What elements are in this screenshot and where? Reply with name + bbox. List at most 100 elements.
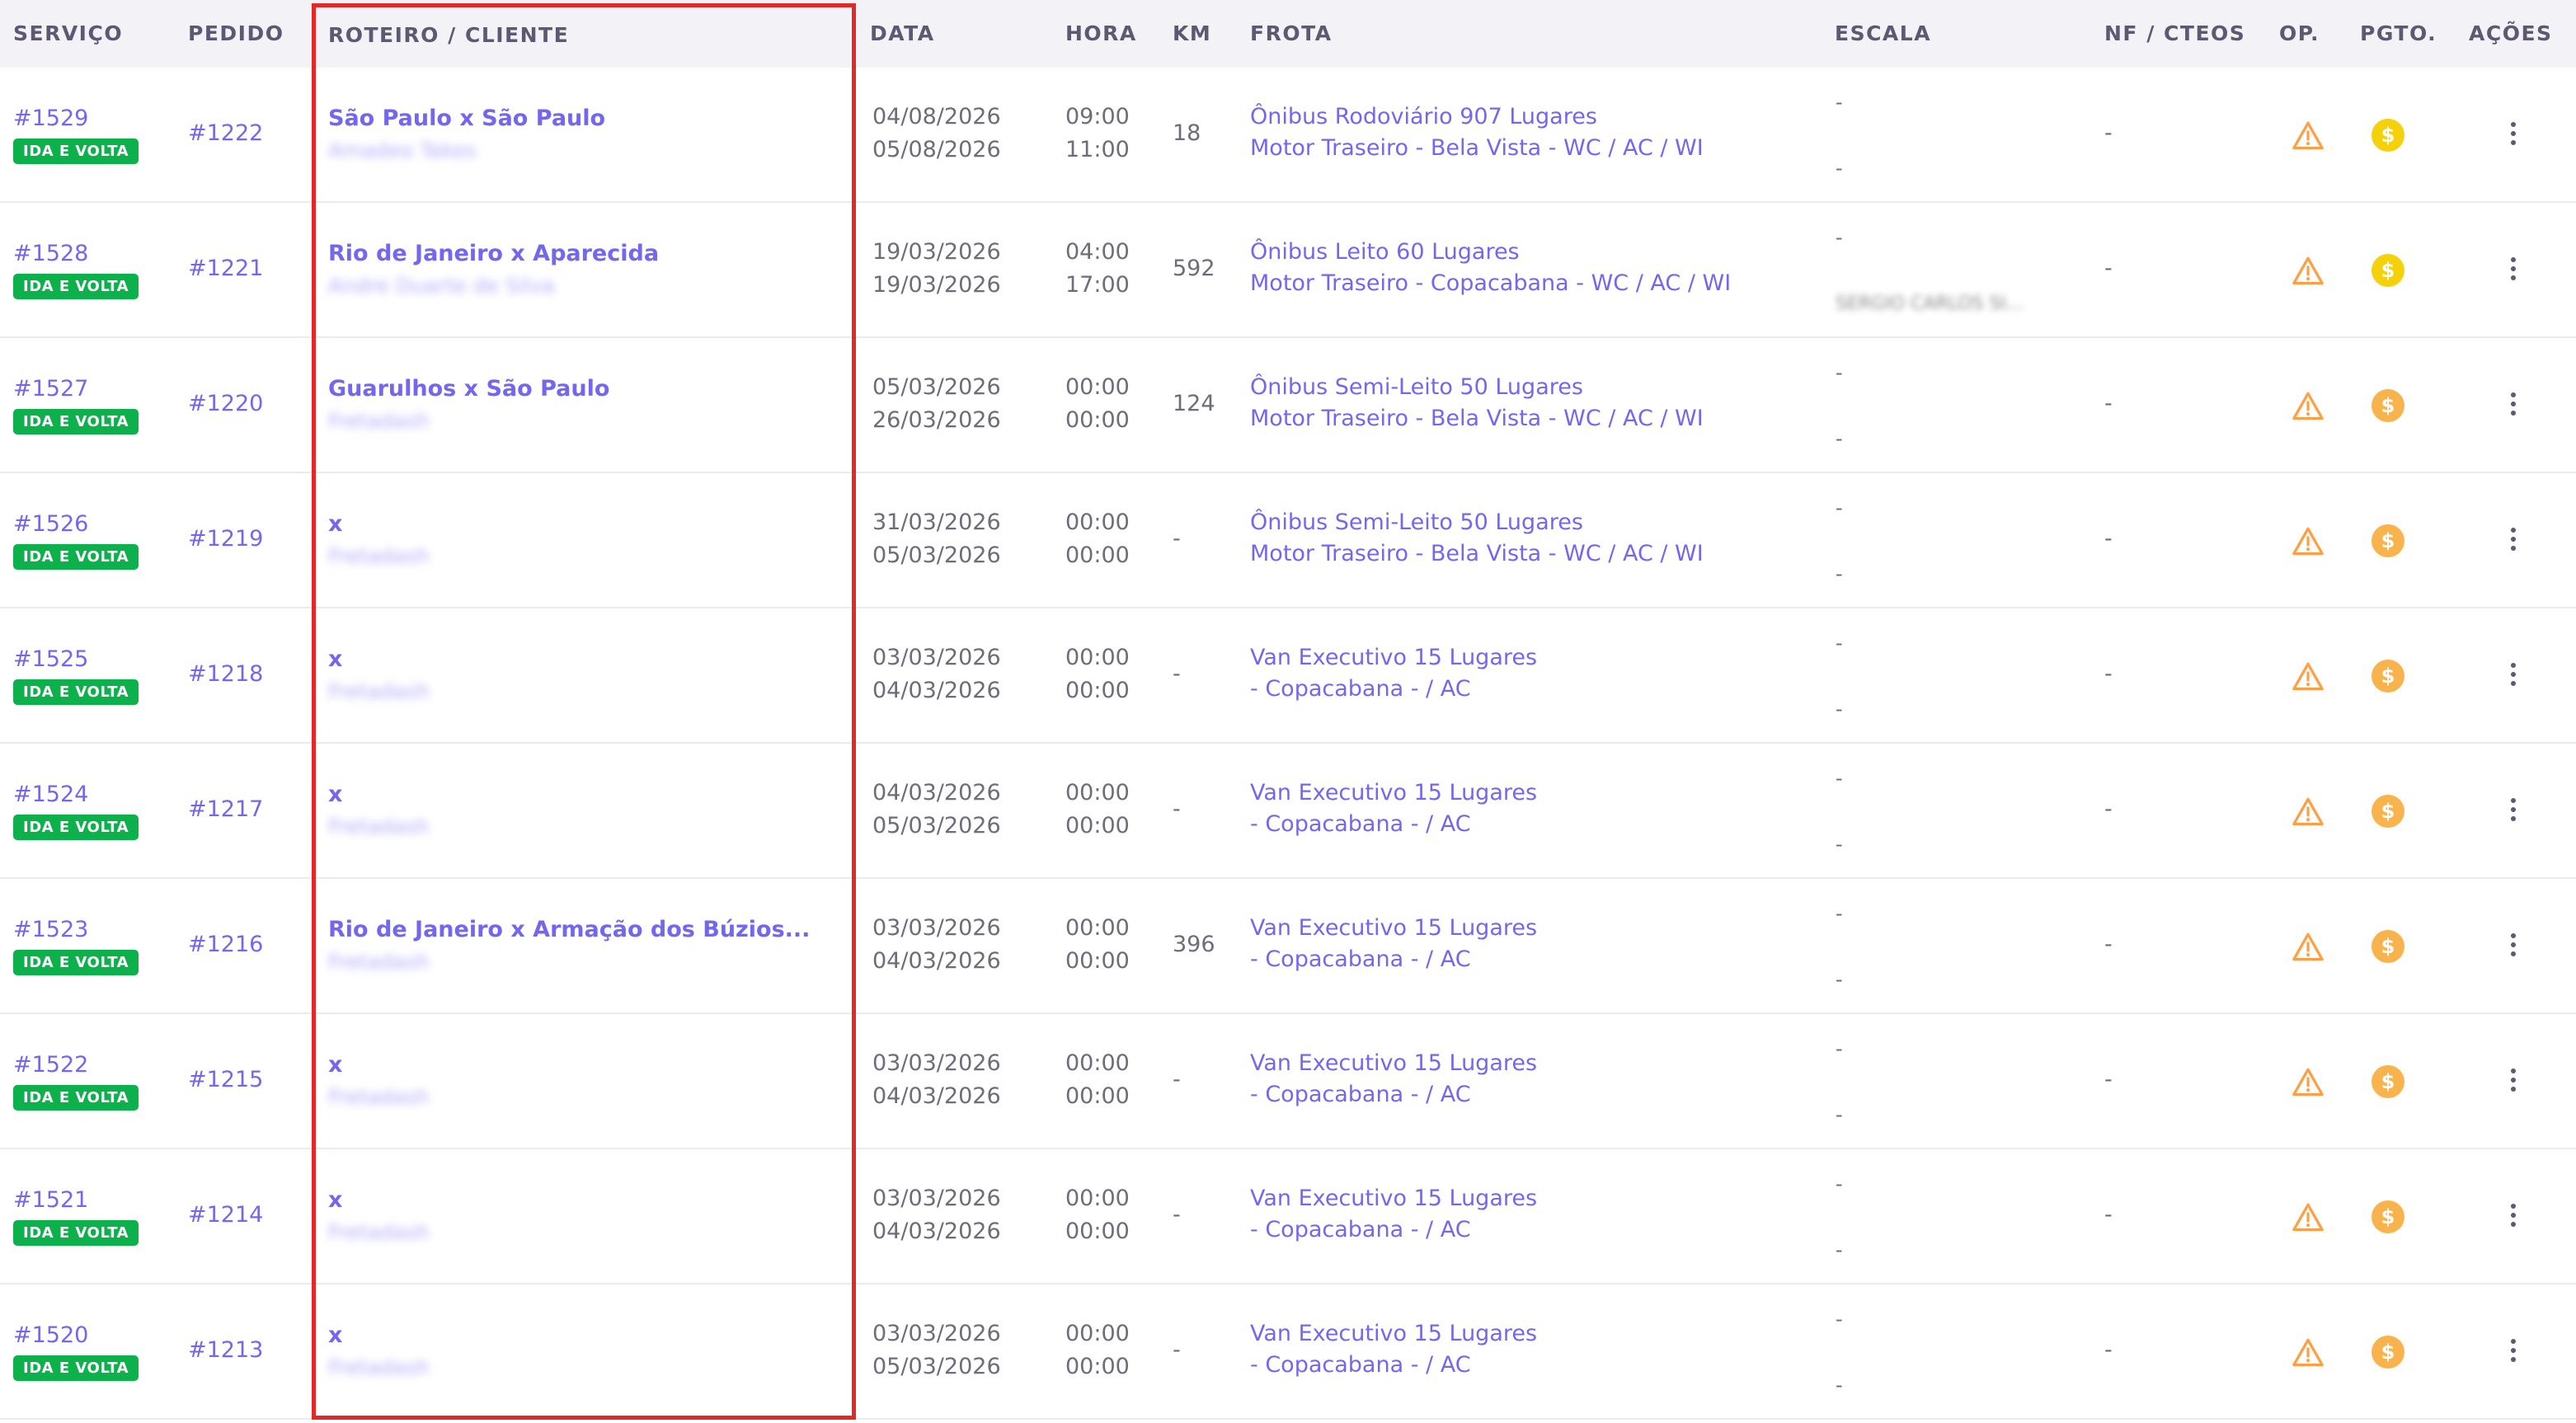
- servico-link[interactable]: #1521: [13, 1187, 88, 1213]
- servico-link[interactable]: #1528: [13, 241, 88, 266]
- roteiro-link[interactable]: x: [328, 782, 342, 807]
- roteiro-link[interactable]: x: [328, 511, 342, 537]
- servico-link[interactable]: #1525: [13, 646, 88, 672]
- frota-line-2[interactable]: Motor Traseiro - Bela Vista - WC / AC / …: [1250, 541, 1704, 566]
- frota-line-1[interactable]: Van Executivo 15 Lugares: [1250, 780, 1537, 805]
- trip-type-badge: IDA E VOLTA: [13, 139, 139, 164]
- frota-line-2[interactable]: - Copacabana - / AC: [1250, 676, 1471, 702]
- dollar-coin-icon[interactable]: $: [2372, 795, 2404, 828]
- more-vertical-icon[interactable]: [2509, 663, 2517, 689]
- warning-icon[interactable]: [2292, 256, 2325, 285]
- frota-line-2[interactable]: Motor Traseiro - Bela Vista - WC / AC / …: [1250, 406, 1704, 431]
- header-frota[interactable]: FROTA: [1250, 21, 1333, 45]
- dollar-coin-icon[interactable]: $: [2372, 524, 2404, 557]
- header-acoes[interactable]: AÇÕES: [2469, 21, 2553, 45]
- roteiro-link[interactable]: x: [328, 1322, 342, 1348]
- pedido-link[interactable]: #1220: [188, 391, 263, 416]
- servico-link[interactable]: #1523: [13, 917, 88, 942]
- data-start: 04/03/2026: [872, 780, 1001, 805]
- roteiro-link[interactable]: x: [328, 1187, 342, 1213]
- pedido-link[interactable]: #1222: [188, 120, 263, 146]
- warning-icon[interactable]: [2292, 796, 2325, 826]
- header-pgto[interactable]: PGTO.: [2360, 21, 2437, 45]
- servico-link[interactable]: #1520: [13, 1322, 88, 1348]
- frota-line-1[interactable]: Ônibus Leito 60 Lugares: [1250, 239, 1520, 265]
- frota-line-2[interactable]: - Copacabana - / AC: [1250, 946, 1471, 972]
- pedido-link[interactable]: #1215: [188, 1067, 263, 1092]
- header-op[interactable]: OP.: [2279, 21, 2320, 45]
- roteiro-link[interactable]: x: [328, 646, 342, 672]
- pedido-link[interactable]: #1221: [188, 256, 263, 281]
- pedido-link[interactable]: #1213: [188, 1337, 263, 1363]
- dollar-coin-icon[interactable]: $: [2372, 1065, 2404, 1098]
- roteiro-link[interactable]: São Paulo x São Paulo: [328, 106, 605, 131]
- more-vertical-icon[interactable]: [2509, 122, 2517, 148]
- frota-line-1[interactable]: Van Executivo 15 Lugares: [1250, 1321, 1537, 1346]
- servico-link[interactable]: #1524: [13, 782, 88, 807]
- frota-line-2[interactable]: - Copacabana - / AC: [1250, 1352, 1471, 1378]
- frota-line-2[interactable]: Motor Traseiro - Copacabana - WC / AC / …: [1250, 270, 1731, 296]
- header-nf[interactable]: NF / CTEOS: [2104, 21, 2245, 45]
- data-start: 03/03/2026: [872, 645, 1001, 670]
- header-hora[interactable]: HORA: [1065, 21, 1137, 45]
- more-vertical-icon[interactable]: [2509, 798, 2517, 824]
- frota-line-1[interactable]: Van Executivo 15 Lugares: [1250, 1050, 1537, 1076]
- pedido-link[interactable]: #1217: [188, 796, 263, 822]
- frota-line-1[interactable]: Ônibus Rodoviário 907 Lugares: [1250, 104, 1597, 129]
- roteiro-link[interactable]: Rio de Janeiro x Aparecida: [328, 241, 659, 266]
- warning-icon[interactable]: [2292, 1067, 2325, 1097]
- warning-icon[interactable]: [2292, 661, 2325, 691]
- pedido-link[interactable]: #1219: [188, 526, 263, 552]
- more-vertical-icon[interactable]: [2509, 257, 2517, 284]
- more-vertical-icon[interactable]: [2509, 528, 2517, 554]
- frota-line-2[interactable]: - Copacabana - / AC: [1250, 1082, 1471, 1107]
- more-vertical-icon[interactable]: [2509, 933, 2517, 960]
- servico-link[interactable]: #1527: [13, 376, 88, 402]
- more-vertical-icon[interactable]: [2509, 1068, 2517, 1095]
- frota-line-1[interactable]: Ônibus Semi-Leito 50 Lugares: [1250, 510, 1583, 535]
- header-servico[interactable]: SERVIÇO: [13, 21, 123, 45]
- pedido-link[interactable]: #1216: [188, 932, 263, 957]
- frota-line-1[interactable]: Van Executivo 15 Lugares: [1250, 1186, 1537, 1211]
- pedido-link[interactable]: #1214: [188, 1202, 263, 1228]
- dollar-coin-icon[interactable]: $: [2372, 1200, 2404, 1233]
- dollar-coin-icon[interactable]: $: [2372, 254, 2404, 287]
- warning-icon[interactable]: [2292, 1337, 2325, 1367]
- warning-icon[interactable]: [2292, 391, 2325, 420]
- frota-line-2[interactable]: - Copacabana - / AC: [1250, 811, 1471, 837]
- warning-icon[interactable]: [2292, 932, 2325, 961]
- header-roteiro[interactable]: ROTEIRO / CLIENTE: [328, 23, 569, 47]
- frota-line-1[interactable]: Van Executivo 15 Lugares: [1250, 915, 1537, 941]
- more-vertical-icon[interactable]: [2509, 1339, 2517, 1365]
- nf-value: -: [2104, 391, 2113, 416]
- servico-link[interactable]: #1529: [13, 106, 88, 131]
- header-km[interactable]: KM: [1173, 21, 1211, 45]
- km-value: 18: [1173, 120, 1201, 146]
- header-pedido[interactable]: PEDIDO: [188, 21, 284, 45]
- dollar-coin-icon[interactable]: $: [2372, 660, 2404, 693]
- warning-icon[interactable]: [2292, 120, 2325, 150]
- roteiro-link[interactable]: Guarulhos x São Paulo: [328, 376, 609, 402]
- roteiro-link[interactable]: Rio de Janeiro x Armação dos Búzios...: [328, 917, 810, 942]
- more-vertical-icon[interactable]: [2509, 1204, 2517, 1230]
- dollar-coin-icon[interactable]: $: [2372, 1336, 2404, 1369]
- data-end: 05/03/2026: [872, 542, 1001, 568]
- trip-type-badge: IDA E VOLTA: [13, 409, 139, 434]
- frota-line-2[interactable]: - Copacabana - / AC: [1250, 1217, 1471, 1242]
- servico-link[interactable]: #1526: [13, 511, 88, 537]
- warning-icon[interactable]: [2292, 526, 2325, 556]
- roteiro-link[interactable]: x: [328, 1052, 342, 1078]
- warning-icon[interactable]: [2292, 1202, 2325, 1232]
- dollar-coin-icon[interactable]: $: [2372, 389, 2404, 422]
- frota-line-1[interactable]: Ônibus Semi-Leito 50 Lugares: [1250, 374, 1583, 400]
- dollar-coin-icon[interactable]: $: [2372, 930, 2404, 963]
- dollar-coin-icon[interactable]: $: [2372, 119, 2404, 152]
- frota-line-1[interactable]: Van Executivo 15 Lugares: [1250, 645, 1537, 670]
- pedido-link[interactable]: #1218: [188, 661, 263, 687]
- header-escala[interactable]: ESCALA: [1835, 21, 1931, 45]
- servico-link[interactable]: #1522: [13, 1052, 88, 1078]
- header-data[interactable]: DATA: [870, 21, 935, 45]
- frota-line-2[interactable]: Motor Traseiro - Bela Vista - WC / AC / …: [1250, 135, 1704, 161]
- more-vertical-icon[interactable]: [2509, 392, 2517, 419]
- hora-end: 00:00: [1065, 678, 1130, 703]
